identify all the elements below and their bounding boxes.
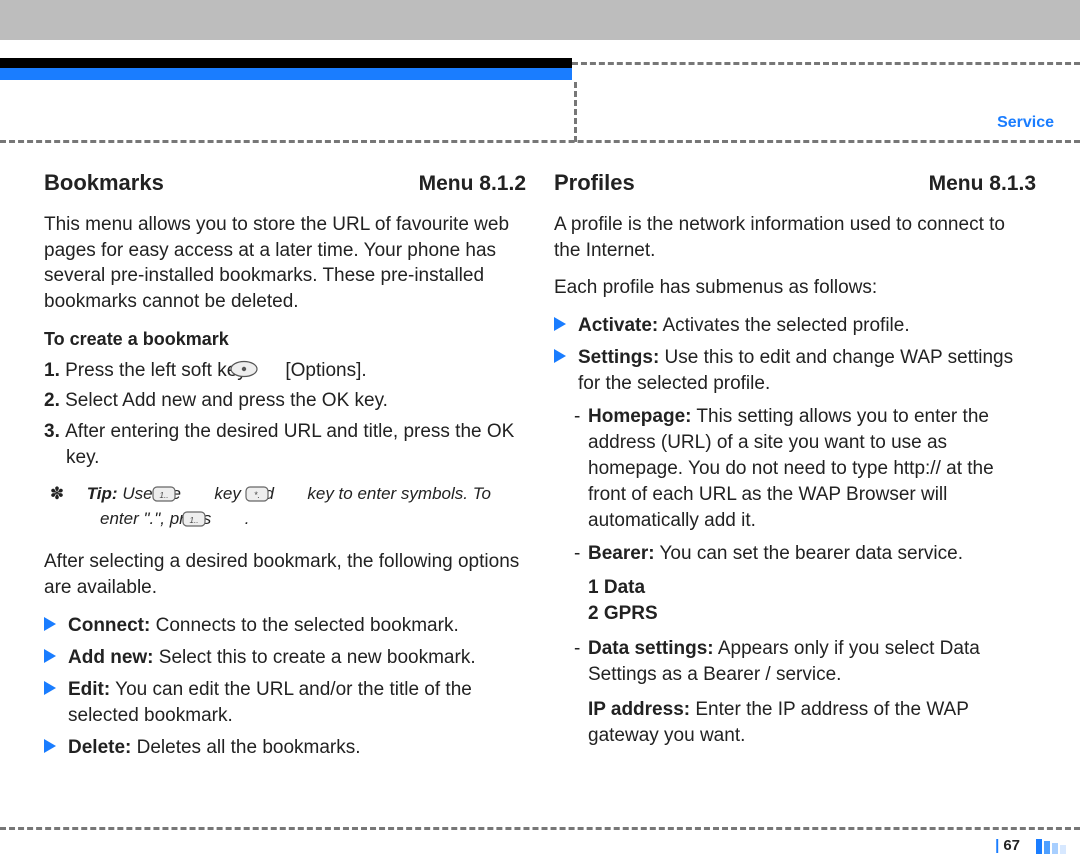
footer-dash — [0, 827, 1080, 830]
sub-bearer-label: Bearer: — [588, 543, 655, 564]
opt-connect: Connect: Connects to the selected bookma… — [44, 613, 526, 639]
header-dash-right — [572, 62, 1080, 65]
svg-text:*.: *. — [254, 490, 260, 500]
opt-activate: Activate: Activates the selected profile… — [554, 313, 1036, 339]
bearer-opt-1: 1 Data — [588, 577, 645, 598]
header-black-bar — [0, 58, 572, 68]
sub-bearer: Bearer: You can set the bearer data serv… — [554, 541, 1036, 567]
step-2-text: Select Add new and press the OK key. — [65, 390, 388, 411]
opt-add-new: Add new: Select this to create a new boo… — [44, 645, 526, 671]
key-icon-star: *. — [279, 485, 303, 501]
profiles-intro-1: A profile is the network information use… — [554, 212, 1036, 263]
step-1-text-a: Press the left soft key — [65, 360, 252, 381]
opt-edit-label: Edit: — [68, 679, 110, 700]
bearer-opt-2: 2 GPRS — [588, 603, 658, 624]
opt-delete: Delete: Deletes all the bookmarks. — [44, 735, 526, 761]
header-dash-bottom — [0, 140, 1080, 143]
step-3: 3. After entering the desired URL and ti… — [44, 419, 526, 472]
page-number-separator-icon: | — [995, 837, 999, 854]
opt-activate-label: Activate: — [578, 315, 658, 336]
opt-addnew-text: Select this to create a new bookmark. — [154, 647, 476, 668]
step-2: 2. Select Add new and press the OK key. — [44, 388, 526, 415]
content-columns: Bookmarks Menu 8.1.2 This menu allows yo… — [0, 170, 1080, 810]
sub-homepage: Homepage: This setting allows you to ent… — [554, 404, 1036, 535]
opt-delete-label: Delete: — [68, 737, 131, 758]
opt-addnew-label: Add new: — [68, 647, 154, 668]
left-column: Bookmarks Menu 8.1.2 This menu allows yo… — [44, 170, 526, 810]
step-1-text-b: [Options]. — [285, 360, 366, 381]
ip-address-block: IP address: Enter the IP address of the … — [554, 697, 1036, 750]
opt-connect-label: Connect: — [68, 615, 150, 636]
profiles-intro-2: Each profile has submenus as follows: — [554, 275, 1036, 301]
opt-delete-text: Deletes all the bookmarks. — [131, 737, 360, 758]
header-dash-vertical — [574, 82, 577, 142]
step-1: 1. Press the left soft key [Options]. — [44, 358, 526, 385]
key-icon-1: 1.. — [186, 485, 210, 501]
section-heading-profiles: Profiles Menu 8.1.3 — [554, 170, 1036, 196]
left-soft-key-icon — [252, 360, 280, 378]
svg-text:1..: 1.. — [190, 516, 199, 525]
settings-sublist: Homepage: This setting allows you to ent… — [554, 404, 1036, 567]
opt-connect-text: Connects to the selected bookmark. — [150, 615, 458, 636]
page-number-value: 67 — [1003, 837, 1020, 854]
create-bookmark-steps: 1. Press the left soft key [Options]. 2.… — [44, 358, 526, 472]
section-title: Bookmarks — [44, 170, 164, 196]
step-3-text: After entering the desired URL and title… — [65, 421, 514, 469]
after-select-text: After selecting a desired bookmark, the … — [44, 549, 526, 600]
page-edge-bars-icon — [1036, 839, 1066, 854]
page-number: |67 — [995, 837, 1020, 854]
svg-text:1..: 1.. — [159, 491, 168, 500]
sub-data-settings: Data settings: Appears only if you selec… — [554, 636, 1036, 688]
section-tab-label: Service — [997, 114, 1054, 132]
manual-page: Service Bookmarks Menu 8.1.2 This menu a… — [0, 0, 1080, 864]
create-bookmark-heading: To create a bookmark — [44, 329, 526, 350]
sub-homepage-label: Homepage: — [588, 406, 691, 427]
header-blue-bar — [0, 68, 572, 80]
sub-bearer-text: You can set the bearer data service. — [655, 543, 963, 564]
settings-sublist-2: Data settings: Appears only if you selec… — [554, 636, 1036, 688]
tip-label: Tip: — [87, 484, 118, 503]
section-title-profiles: Profiles — [554, 170, 635, 196]
key-icon-1b: 1.. — [216, 510, 240, 526]
tip-block: ✽ Tip: Use the 1.. key and *. key to ent… — [44, 482, 526, 531]
profiles-arrow-list: Activate: Activates the selected profile… — [554, 313, 1036, 398]
opt-settings-label: Settings: — [578, 347, 659, 368]
ip-label: IP address: — [588, 699, 690, 720]
section-heading-bookmarks: Bookmarks Menu 8.1.2 — [44, 170, 526, 196]
bookmarks-intro: This menu allows you to store the URL of… — [44, 212, 526, 315]
opt-edit: Edit: You can edit the URL and/or the ti… — [44, 677, 526, 729]
tip-text-d: . — [245, 509, 250, 528]
menu-number: Menu 8.1.2 — [419, 172, 526, 196]
page-header — [0, 0, 1080, 70]
right-column: Profiles Menu 8.1.3 A profile is the net… — [554, 170, 1036, 810]
menu-number-profiles: Menu 8.1.3 — [929, 172, 1036, 196]
bearer-options: 1 Data 2 GPRS — [554, 575, 1036, 628]
opt-edit-text: You can edit the URL and/or the title of… — [68, 679, 472, 726]
opt-activate-text: Activates the selected profile. — [658, 315, 909, 336]
opt-settings: Settings: Use this to edit and change WA… — [554, 345, 1036, 397]
asterisk-icon: ✽ — [66, 482, 82, 507]
sub-datasettings-label: Data settings: — [588, 638, 714, 659]
bookmark-options-list: Connect: Connects to the selected bookma… — [44, 613, 526, 762]
